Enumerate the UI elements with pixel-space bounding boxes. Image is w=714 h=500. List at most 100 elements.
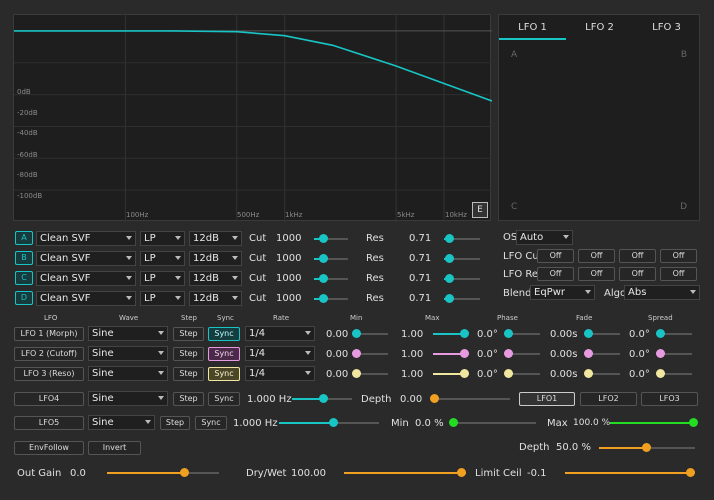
- slider-knob[interactable]: [460, 329, 469, 338]
- filter-mode-select[interactable]: LP: [140, 251, 185, 266]
- lfo-name-button[interactable]: LFO 2 (Cutoff): [14, 347, 84, 361]
- slider-knob[interactable]: [642, 443, 651, 452]
- filter-type-select[interactable]: Clean SVF: [36, 271, 136, 286]
- slider-knob[interactable]: [584, 329, 593, 338]
- lfo5-wave-select[interactable]: Sine: [88, 415, 155, 430]
- slider-knob[interactable]: [319, 254, 328, 263]
- cut-slider[interactable]: [314, 254, 348, 263]
- slider-knob[interactable]: [457, 468, 466, 477]
- slider-knob[interactable]: [656, 329, 665, 338]
- slider-knob[interactable]: [656, 349, 665, 358]
- invert-button[interactable]: Invert: [88, 441, 141, 455]
- lfo-spread-slider[interactable]: [656, 349, 692, 358]
- slider-knob[interactable]: [319, 234, 328, 243]
- filter-type-select[interactable]: Clean SVF: [36, 291, 136, 306]
- slider-knob[interactable]: [319, 394, 328, 403]
- filter-badge[interactable]: C: [15, 271, 33, 285]
- slider-knob[interactable]: [584, 349, 593, 358]
- lfo-spread-slider[interactable]: [656, 329, 692, 338]
- env-depth-slider[interactable]: [599, 443, 695, 452]
- lfo-wave-select[interactable]: Sine: [88, 326, 168, 341]
- lfo-cut-toggle-4[interactable]: Off: [660, 249, 697, 263]
- slider-knob[interactable]: [319, 294, 328, 303]
- out-gain-slider[interactable]: [107, 468, 219, 477]
- slider-knob[interactable]: [445, 274, 454, 283]
- lfo-min-slider[interactable]: [352, 329, 388, 338]
- lfo4-sync-button[interactable]: Sync: [208, 392, 240, 406]
- slider-knob[interactable]: [352, 349, 361, 358]
- lfo-fade-slider[interactable]: [584, 349, 620, 358]
- res-slider[interactable]: [444, 234, 480, 243]
- slider-knob[interactable]: [319, 274, 328, 283]
- slider-knob[interactable]: [449, 418, 458, 427]
- slider-knob[interactable]: [504, 329, 513, 338]
- lfo-cut-toggle-2[interactable]: Off: [578, 249, 615, 263]
- algo-select[interactable]: Abs: [624, 285, 700, 300]
- res-slider[interactable]: [444, 274, 480, 283]
- slider-knob[interactable]: [686, 468, 695, 477]
- os-select[interactable]: Auto: [516, 230, 573, 245]
- slider-knob[interactable]: [180, 468, 189, 477]
- frequency-response-graph[interactable]: 0dB -20dB -40dB -60dB -80dB -100dB 100Hz…: [13, 14, 492, 222]
- lfo-res-toggle-2[interactable]: Off: [578, 267, 615, 281]
- res-slider[interactable]: [444, 254, 480, 263]
- lfo-rate-select[interactable]: 1/4: [245, 346, 315, 361]
- lfo-spread-slider[interactable]: [656, 369, 692, 378]
- slider-knob[interactable]: [504, 369, 513, 378]
- filter-badge[interactable]: B: [15, 251, 33, 265]
- slider-knob[interactable]: [656, 369, 665, 378]
- slider-knob[interactable]: [445, 294, 454, 303]
- lfo-rate-select[interactable]: 1/4: [245, 326, 315, 341]
- lfo5-max-slider[interactable]: [610, 418, 698, 427]
- lfo-wave-select[interactable]: Sine: [88, 346, 168, 361]
- slider-knob[interactable]: [329, 418, 338, 427]
- lfo4-wave-select[interactable]: Sine: [88, 391, 168, 406]
- lfo4-step-button[interactable]: Step: [173, 392, 204, 406]
- filter-slope-select[interactable]: 12dB: [189, 271, 242, 286]
- blend-select[interactable]: EqPwr: [530, 285, 595, 300]
- slider-knob[interactable]: [352, 329, 361, 338]
- lfo5-step-button[interactable]: Step: [160, 416, 190, 430]
- filter-mode-select[interactable]: LP: [140, 231, 185, 246]
- lfo5-rate-slider[interactable]: [279, 418, 379, 427]
- lfo-phase-slider[interactable]: [504, 369, 540, 378]
- lfo4-rate-slider[interactable]: [292, 394, 352, 403]
- tab-lfo3[interactable]: LFO 3: [633, 15, 700, 40]
- lfo-name-button[interactable]: LFO 1 (Morph): [14, 327, 84, 341]
- lfo-max-slider[interactable]: [433, 369, 469, 378]
- filter-mode-select[interactable]: LP: [140, 291, 185, 306]
- lfo-name-button[interactable]: LFO 3 (Reso): [14, 367, 84, 381]
- lfo-fade-slider[interactable]: [584, 329, 620, 338]
- slider-knob[interactable]: [689, 418, 698, 427]
- lfo-res-toggle-4[interactable]: Off: [660, 267, 697, 281]
- filter-slope-select[interactable]: 12dB: [189, 291, 242, 306]
- lfo4-target-lfo1[interactable]: LFO1: [519, 392, 575, 406]
- slider-knob[interactable]: [430, 394, 439, 403]
- slider-knob[interactable]: [445, 254, 454, 263]
- lfo4-button[interactable]: LFO4: [14, 392, 84, 406]
- slider-knob[interactable]: [584, 369, 593, 378]
- edit-button[interactable]: E: [472, 202, 488, 218]
- tab-lfo2[interactable]: LFO 2: [566, 15, 633, 40]
- lfo5-min-slider[interactable]: [449, 418, 536, 427]
- lfo-max-slider[interactable]: [433, 349, 469, 358]
- slider-knob[interactable]: [352, 369, 361, 378]
- lfo-res-toggle-1[interactable]: Off: [537, 267, 574, 281]
- envfollow-button[interactable]: EnvFollow: [14, 441, 84, 455]
- slider-knob[interactable]: [504, 349, 513, 358]
- lfo-rate-select[interactable]: 1/4: [245, 366, 315, 381]
- lfo-cut-toggle-1[interactable]: Off: [537, 249, 574, 263]
- filter-badge[interactable]: A: [15, 231, 33, 245]
- lfo4-target-lfo3[interactable]: LFO3: [641, 392, 698, 406]
- cut-slider[interactable]: [314, 234, 348, 243]
- slider-knob[interactable]: [445, 234, 454, 243]
- filter-mode-select[interactable]: LP: [140, 271, 185, 286]
- filter-type-select[interactable]: Clean SVF: [36, 251, 136, 266]
- lfo4-target-lfo2[interactable]: LFO2: [580, 392, 637, 406]
- lfo-step-button[interactable]: Step: [173, 327, 204, 341]
- lfo-sync-button[interactable]: Sync: [208, 327, 240, 341]
- lfo-sync-button[interactable]: Sync: [208, 367, 240, 381]
- filter-type-select[interactable]: Clean SVF: [36, 231, 136, 246]
- drywet-slider[interactable]: [344, 468, 466, 477]
- lfo-step-button[interactable]: Step: [173, 367, 204, 381]
